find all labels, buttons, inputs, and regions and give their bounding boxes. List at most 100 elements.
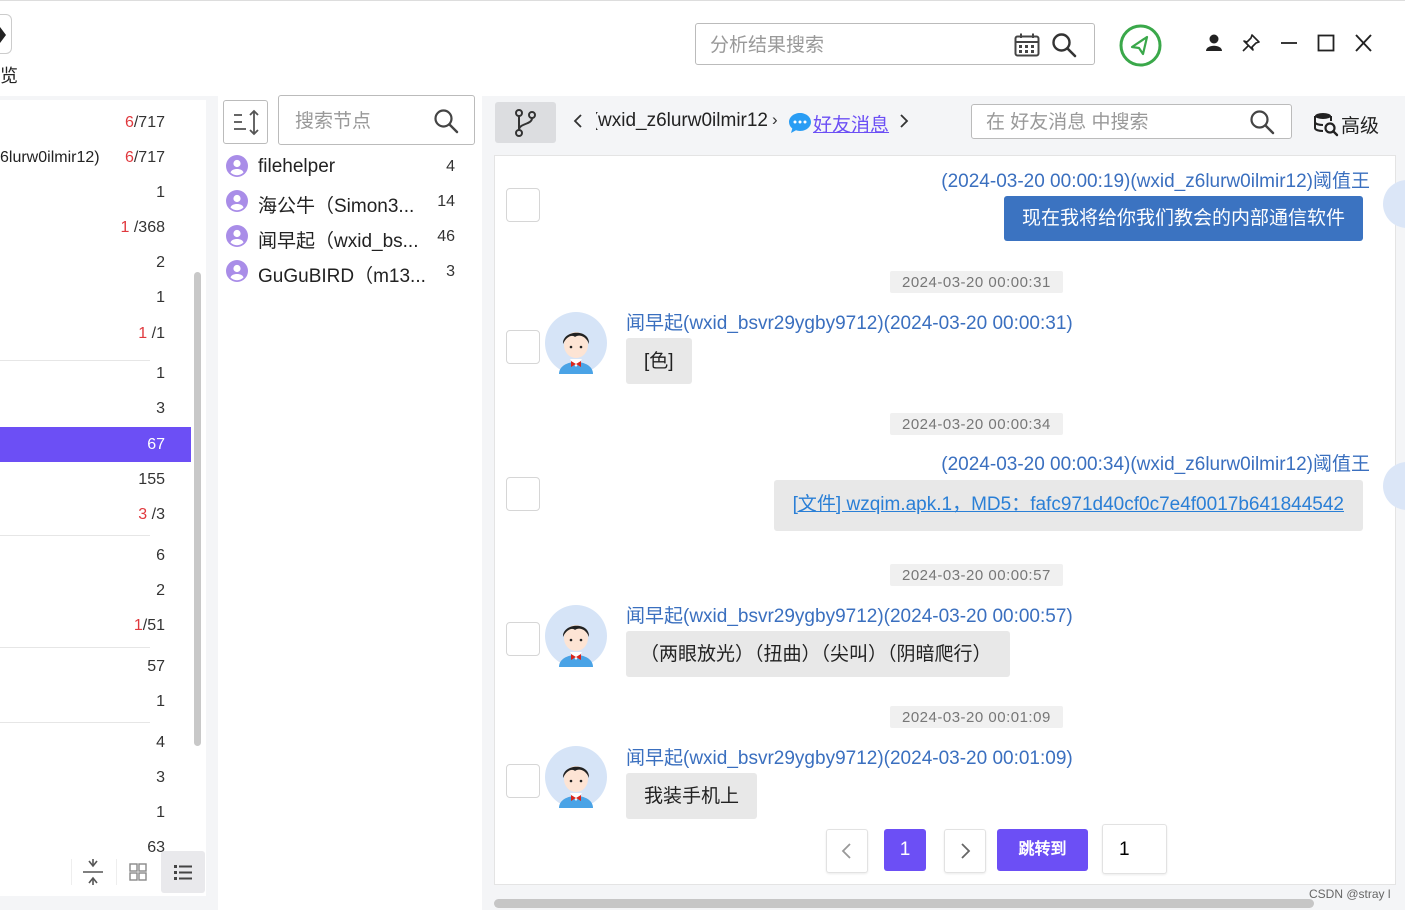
message-checkbox[interactable] xyxy=(506,477,540,511)
message-search-input[interactable] xyxy=(984,110,1238,136)
calendar-icon[interactable] xyxy=(1014,33,1040,57)
message-bubble[interactable]: （两眼放光）（扭曲）（尖叫）（阴暗爬行） xyxy=(626,631,1010,677)
tree-item[interactable]: 1 xyxy=(0,175,191,210)
tree-item-count-total: /3 xyxy=(147,506,165,523)
analysis-search-input[interactable] xyxy=(708,32,1002,60)
next-page-button[interactable] xyxy=(944,829,986,873)
node-item[interactable]: GuGuBIRD（m13... 3 xyxy=(222,254,467,289)
node-item[interactable]: 闻早起（wxid_bs... 46 xyxy=(222,219,467,254)
message-bubble[interactable]: 现在我将给你我们教会的内部通信软件 xyxy=(1003,196,1363,241)
message-list: (2024-03-20 00:00:19)(wxid_z6lurw0ilmir1… xyxy=(494,155,1405,885)
back-button[interactable] xyxy=(0,14,12,54)
tree-item-count: 1 xyxy=(156,804,165,822)
node-search-box[interactable] xyxy=(278,95,475,145)
tree-item-count: 67 xyxy=(147,436,165,454)
tree-item-count-unread: 6 xyxy=(124,149,134,166)
message-checkbox[interactable] xyxy=(506,764,540,798)
chevron-right-icon[interactable] xyxy=(898,113,910,129)
tree-item-count: 155 xyxy=(138,471,165,489)
message-checkbox[interactable] xyxy=(506,622,540,656)
tree-item-count-total: 1 xyxy=(156,693,165,710)
tree-item[interactable]: 6lurw0ilmir12) 6/717 xyxy=(0,140,191,175)
chevron-right-icon xyxy=(961,843,971,859)
tree-item[interactable]: 1 xyxy=(0,356,191,391)
tree-item[interactable]: 1 xyxy=(0,280,191,315)
message-checkbox[interactable] xyxy=(506,330,540,364)
tree-item-count: 3 /3 xyxy=(138,506,165,524)
chevron-left-icon xyxy=(841,843,851,859)
tree-item[interactable]: 1 xyxy=(0,684,191,719)
tree-item[interactable]: 3 xyxy=(0,760,191,795)
message-timestamp: 2024-03-20 00:00:34 xyxy=(890,413,1063,435)
list-icon xyxy=(174,865,192,880)
prev-page-button[interactable] xyxy=(826,829,868,873)
tree-item-count-total: 1 xyxy=(156,804,165,821)
maximize-icon[interactable] xyxy=(1317,33,1335,53)
preview-label[interactable]: 预览 xyxy=(0,62,18,88)
message-checkbox[interactable] xyxy=(506,188,540,222)
node-item[interactable]: filehelper 4 xyxy=(222,149,467,184)
tree-scrollbar[interactable] xyxy=(194,272,201,746)
page-number-input[interactable] xyxy=(1117,837,1161,863)
search-icon[interactable] xyxy=(433,108,459,134)
analysis-search-box[interactable] xyxy=(695,23,1095,65)
tree-item[interactable]: 2 xyxy=(0,245,191,280)
branch-button[interactable] xyxy=(495,102,556,143)
list-view-button[interactable] xyxy=(161,851,205,893)
tree-item[interactable]: 2 xyxy=(0,573,191,608)
tree-item[interactable]: 1 /1 xyxy=(0,316,191,351)
tree-item[interactable]: 1/51 xyxy=(0,608,191,643)
tree-item[interactable]: 3 /3 xyxy=(0,497,191,532)
node-item[interactable]: 海公牛（Simon3... 14 xyxy=(222,184,467,219)
minimize-icon[interactable] xyxy=(1280,33,1298,53)
node-search-input[interactable] xyxy=(293,108,427,136)
tree-divider xyxy=(0,722,150,723)
tree-item-count: 1 /368 xyxy=(121,219,166,237)
tree-item-count-total: /717 xyxy=(133,149,165,166)
tree-divider xyxy=(0,360,150,361)
message-bubble[interactable]: [色] xyxy=(626,338,692,384)
breadcrumb-current[interactable]: 好友消息 xyxy=(813,110,889,137)
tree-item[interactable]: 6/717 xyxy=(0,105,191,140)
tree-item[interactable]: 1 /368 xyxy=(0,210,191,245)
avatar xyxy=(545,746,607,808)
horizontal-scrollbar[interactable] xyxy=(494,899,1314,908)
tree-item-count-unread: 1 xyxy=(133,617,143,634)
tree-divider xyxy=(0,647,150,648)
shield-status-icon[interactable] xyxy=(1119,24,1162,67)
tree-item[interactable]: 4 xyxy=(0,725,191,760)
advanced-search-label: 高级 xyxy=(1341,116,1380,137)
collapse-all-button[interactable] xyxy=(71,851,115,893)
jump-to-page-button[interactable]: 跳转到 xyxy=(997,829,1088,871)
tree-item-count: 2 xyxy=(156,582,165,600)
sort-button[interactable] xyxy=(223,100,268,144)
search-icon[interactable] xyxy=(1249,109,1275,135)
tree-item-count-total: /1 xyxy=(147,325,165,342)
message-sender: (2024-03-20 00:00:19)(wxid_z6lurw0ilmir1… xyxy=(941,171,1370,192)
tree-item-count-total: 57 xyxy=(147,658,165,675)
tree-item-count-total: /368 xyxy=(129,219,165,236)
tree-item[interactable]: 57 xyxy=(0,649,191,684)
tree-item[interactable]: 6 xyxy=(0,538,191,573)
message-bubble[interactable]: 我装手机上 xyxy=(626,773,758,819)
user-icon[interactable] xyxy=(1204,33,1224,53)
current-page-button[interactable]: 1 xyxy=(884,829,926,871)
message-sender: 闻早起(wxid_bsvr29ygby9712)(2024-03-20 00:0… xyxy=(626,313,1073,334)
avatar xyxy=(545,605,607,667)
tree-item[interactable]: 1 xyxy=(0,795,191,830)
chevron-left-icon[interactable] xyxy=(572,113,584,129)
pin-icon[interactable] xyxy=(1241,33,1261,53)
grid-view-button[interactable] xyxy=(116,851,160,893)
tree-item[interactable]: 155 xyxy=(0,462,191,497)
message-search-box[interactable] xyxy=(971,104,1292,139)
breadcrumb-parent[interactable]: wxid_z6lurw0ilmir12) xyxy=(596,110,768,132)
tree-item[interactable]: 3 xyxy=(0,391,191,426)
tree-item-count-total: 1 xyxy=(156,365,165,382)
page-number-field[interactable] xyxy=(1102,824,1167,874)
search-icon[interactable] xyxy=(1051,32,1077,58)
file-message-link[interactable]: [文件] wzqim.apk.1，MD5：fafc971d40cf0c7e4f0… xyxy=(773,480,1363,531)
tree-item-count-total: 155 xyxy=(138,471,165,488)
tree-item[interactable]: 67 xyxy=(0,427,191,462)
close-icon[interactable] xyxy=(1354,33,1373,53)
message-sender: (2024-03-20 00:00:34)(wxid_z6lurw0ilmir1… xyxy=(941,454,1370,475)
